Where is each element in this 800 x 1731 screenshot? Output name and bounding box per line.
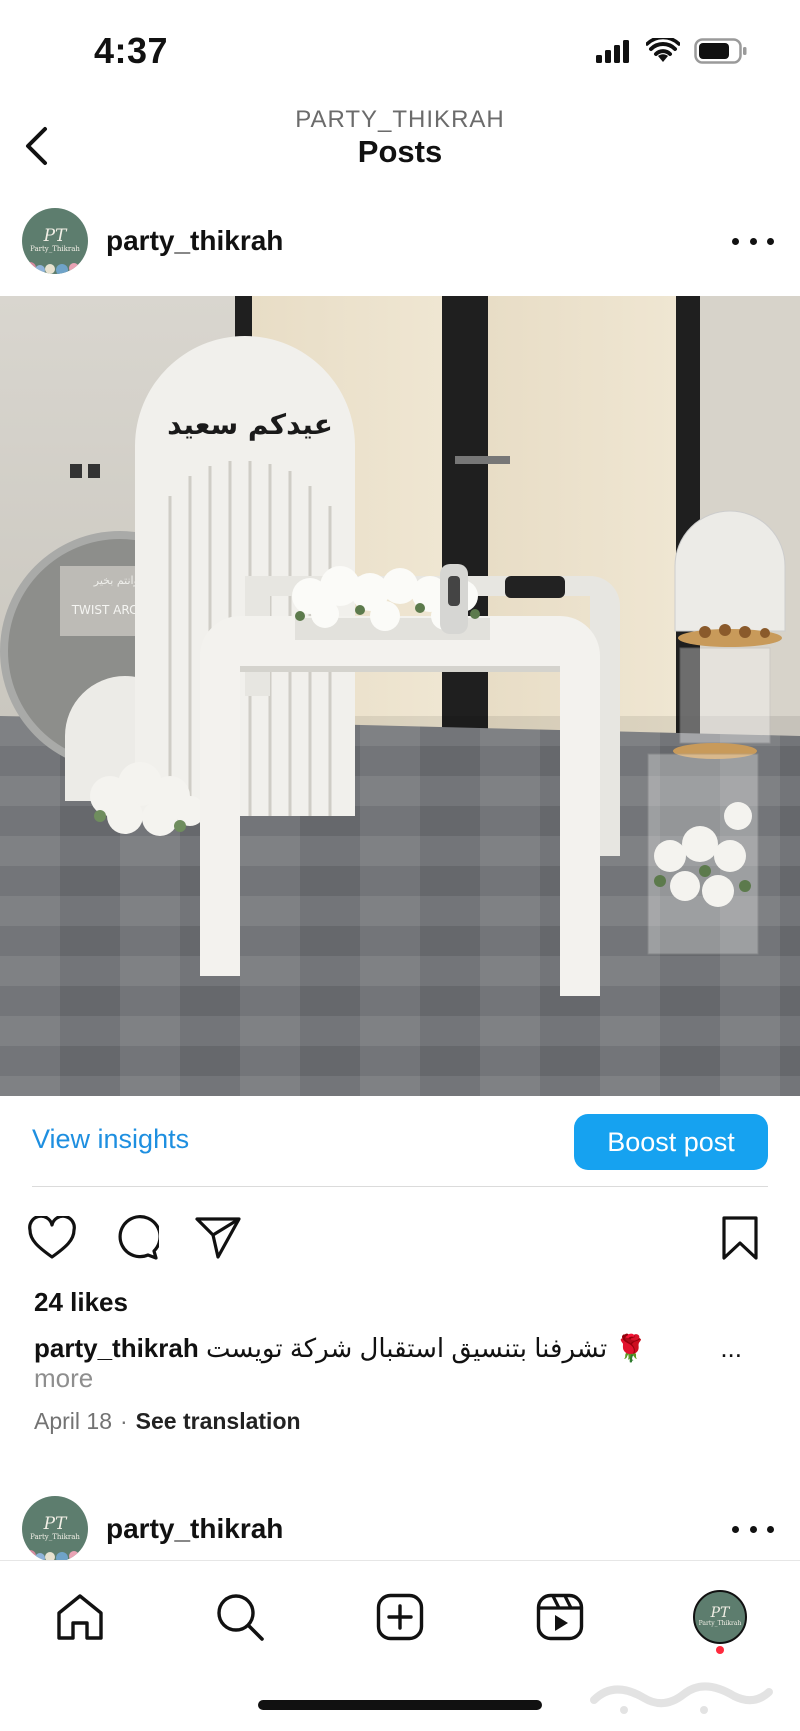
comment-button[interactable] <box>110 1212 162 1264</box>
caption-username[interactable]: party_thikrah <box>34 1333 199 1363</box>
next-post-username[interactable]: party_thikrah <box>106 1513 283 1545</box>
more-options-button[interactable] <box>732 226 774 256</box>
see-translation-link[interactable]: See translation <box>136 1408 301 1434</box>
arch-sign-text: عيدكم سعيد <box>167 408 333 441</box>
watermark-logo-icon <box>590 1682 773 1714</box>
heart-icon <box>28 1216 76 1259</box>
status-bar: 4:37 <box>0 0 800 96</box>
wifi-icon <box>646 38 680 62</box>
status-icons <box>596 38 748 64</box>
post-photo[interactable]: كل عام وانتم بخير TWIST ARCHITECTS عيدكم… <box>0 296 800 1096</box>
create-icon <box>376 1593 424 1641</box>
paper-plane-icon <box>195 1217 241 1259</box>
account-name: PARTY_THIKRAH <box>295 106 505 133</box>
ellipsis-icon <box>732 237 739 245</box>
divider <box>32 1186 768 1187</box>
avatar-monogram: PT <box>43 1514 67 1534</box>
post-header: PT Party_Thikrah party_thikrah <box>0 196 800 286</box>
nav-search[interactable] <box>210 1587 270 1647</box>
next-post-header: PT Party_Thikrah party_thikrah <box>0 1482 800 1572</box>
home-icon <box>57 1594 103 1640</box>
search-icon <box>217 1594 264 1641</box>
boost-post-button[interactable]: Boost post <box>574 1114 768 1170</box>
insights-row: View insights Boost post <box>0 1096 800 1186</box>
battery-icon <box>694 38 747 64</box>
likes-count[interactable]: 24 likes <box>34 1287 128 1318</box>
like-button[interactable] <box>26 1212 78 1264</box>
avatar-flowers-icon <box>24 262 87 274</box>
save-button[interactable] <box>714 1212 766 1264</box>
share-button[interactable] <box>192 1212 244 1264</box>
reels-icon <box>536 1593 584 1641</box>
comment-icon <box>118 1215 159 1260</box>
avatar-brand: Party_Thikrah <box>698 1620 742 1627</box>
avatar[interactable]: PT Party_Thikrah <box>22 208 88 274</box>
post-caption: party_thikrah تشرفنا بتنسيق استقبال شركة… <box>34 1331 774 1365</box>
post-date: April 18 <box>34 1408 112 1434</box>
page-title: Posts <box>357 134 443 169</box>
notification-dot <box>716 1646 724 1654</box>
nav-reels[interactable] <box>530 1587 590 1647</box>
home-indicator[interactable] <box>258 1700 542 1710</box>
page-header: PARTY_THIKRAH Posts <box>0 96 800 196</box>
view-insights-link[interactable]: View insights <box>32 1124 189 1155</box>
caption-ellipsis: ... <box>720 1333 742 1363</box>
post-meta: April 18 · See translation <box>34 1408 301 1435</box>
cellular-signal-icon <box>596 40 629 63</box>
status-time: 4:37 <box>94 30 169 71</box>
nav-create[interactable] <box>370 1587 430 1647</box>
meta-separator: · <box>119 1408 128 1434</box>
ellipsis-icon <box>732 1525 739 1533</box>
more-options-button[interactable] <box>732 1514 774 1544</box>
post-username[interactable]: party_thikrah <box>106 225 283 257</box>
nav-home[interactable] <box>50 1587 110 1647</box>
avatar[interactable]: PT Party_Thikrah <box>22 1496 88 1562</box>
profile-avatar: PT Party_Thikrah <box>693 1590 747 1644</box>
avatar-brand: Party_Thikrah <box>30 245 80 253</box>
caption-more-link[interactable]: more <box>34 1363 93 1394</box>
avatar-brand: Party_Thikrah <box>30 1533 80 1541</box>
avatar-monogram: PT <box>710 1605 730 1621</box>
event-setup-image: كل عام وانتم بخير TWIST ARCHITECTS عيدكم… <box>0 296 800 1096</box>
post-actions <box>0 1208 800 1268</box>
nav-profile[interactable]: PT Party_Thikrah <box>690 1587 750 1647</box>
bookmark-icon <box>722 1216 758 1260</box>
avatar-monogram: PT <box>43 226 67 246</box>
caption-text: تشرفنا بتنسيق استقبال شركة تويست 🌹 <box>205 1333 647 1363</box>
